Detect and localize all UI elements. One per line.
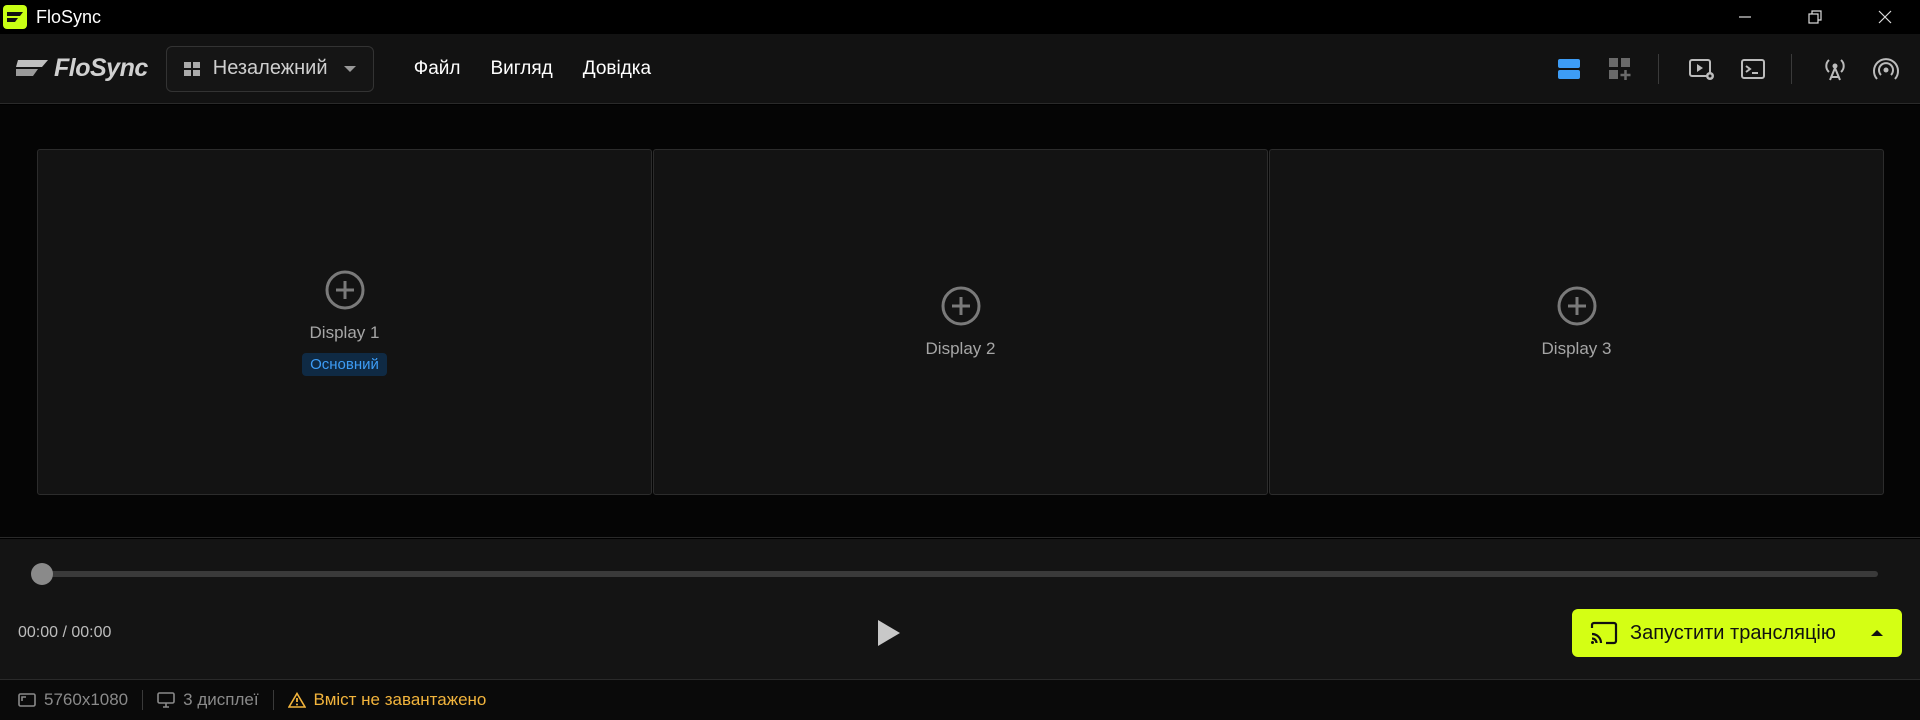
- window-title: FloSync: [36, 6, 102, 27]
- app-header: FloSync Незалежний Файл Вигляд Довідка: [0, 34, 1920, 104]
- seek-thumb[interactable]: [31, 563, 53, 585]
- add-content-icon[interactable]: [324, 269, 366, 311]
- display-name: Display 2: [925, 339, 996, 358]
- toolbar-divider: [1791, 54, 1792, 84]
- layout-rows-button[interactable]: [1549, 49, 1589, 89]
- broadcast-icon: [1873, 58, 1899, 80]
- status-bar: 5760x1080 3 дисплеї Вміст не завантажено: [0, 679, 1920, 720]
- display-name: Display 3: [1541, 339, 1612, 358]
- mode-select[interactable]: Незалежний: [165, 45, 374, 92]
- video-settings-icon: [1689, 59, 1714, 80]
- add-content-icon[interactable]: [940, 285, 982, 327]
- restore-icon: [1808, 10, 1822, 24]
- start-broadcast-button[interactable]: Запустити трансляцію: [1572, 609, 1902, 657]
- resolution-icon: [18, 693, 36, 707]
- toolbar-divider: [1658, 54, 1659, 84]
- status-divider: [272, 690, 274, 710]
- brand-logo: FloSync: [14, 54, 148, 83]
- caret-down-icon: [343, 65, 356, 72]
- monitor-icon: [157, 692, 175, 708]
- layout-grid-add-icon: [1609, 58, 1631, 80]
- display-slot-1[interactable]: Display 1 Основний: [37, 149, 652, 495]
- start-broadcast-label: Запустити трансляцію: [1630, 621, 1836, 644]
- video-settings-button[interactable]: [1682, 49, 1722, 89]
- close-icon: [1878, 10, 1892, 24]
- caret-up-icon[interactable]: [1870, 629, 1884, 637]
- player-controls: 00:00 / 00:00 Запустити трансляцію: [0, 539, 1920, 679]
- app-logo-icon: [3, 5, 27, 29]
- close-button[interactable]: [1850, 0, 1920, 34]
- mode-select-value: Незалежний: [212, 57, 328, 79]
- main-menu: Файл Вигляд Довідка: [414, 58, 681, 80]
- broadcast-button[interactable]: [1866, 49, 1906, 89]
- display-slot-2[interactable]: Display 2: [653, 149, 1268, 495]
- brand-name: FloSync: [54, 54, 148, 82]
- layout-rows-icon: [1558, 59, 1580, 79]
- terminal-icon: [1741, 59, 1765, 79]
- layout-grid-add-button[interactable]: [1600, 49, 1640, 89]
- display-canvas: Display 1 Основний Display 2 Display 3: [0, 105, 1920, 538]
- minimize-button[interactable]: [1710, 0, 1780, 34]
- terminal-button[interactable]: [1733, 49, 1773, 89]
- display-count-status: 3 дисплеї: [157, 690, 259, 710]
- content-warning-status: Вміст не завантажено: [287, 690, 487, 710]
- resolution-status: 5760x1080: [18, 690, 128, 710]
- add-content-icon[interactable]: [1556, 285, 1598, 327]
- minimize-icon: [1739, 16, 1751, 18]
- antenna-icon: [1825, 59, 1845, 81]
- toolbar: [1538, 34, 1906, 104]
- display-name: Display 1: [309, 322, 380, 342]
- play-button[interactable]: [872, 616, 904, 650]
- antenna-button[interactable]: [1815, 49, 1855, 89]
- status-divider: [142, 690, 144, 710]
- cast-icon: [1590, 621, 1618, 645]
- warning-text: Вміст не завантажено: [313, 690, 487, 709]
- primary-badge: Основний: [302, 352, 387, 376]
- display-slot-3[interactable]: Display 3: [1269, 149, 1884, 495]
- play-icon: [878, 620, 900, 646]
- resolution-text: 5760x1080: [44, 690, 129, 709]
- title-bar: FloSync: [0, 0, 1920, 34]
- flosync-logo-icon: [16, 59, 48, 76]
- menu-view[interactable]: Вигляд: [490, 58, 552, 80]
- grid-icon: [183, 61, 200, 76]
- restore-button[interactable]: [1780, 0, 1850, 34]
- warning-icon: [287, 692, 306, 708]
- menu-file[interactable]: Файл: [414, 58, 461, 80]
- display-count-text: 3 дисплеї: [183, 690, 259, 709]
- time-readout: 00:00 / 00:00: [18, 624, 112, 641]
- seek-track[interactable]: [42, 571, 1878, 577]
- menu-help[interactable]: Довідка: [583, 58, 651, 80]
